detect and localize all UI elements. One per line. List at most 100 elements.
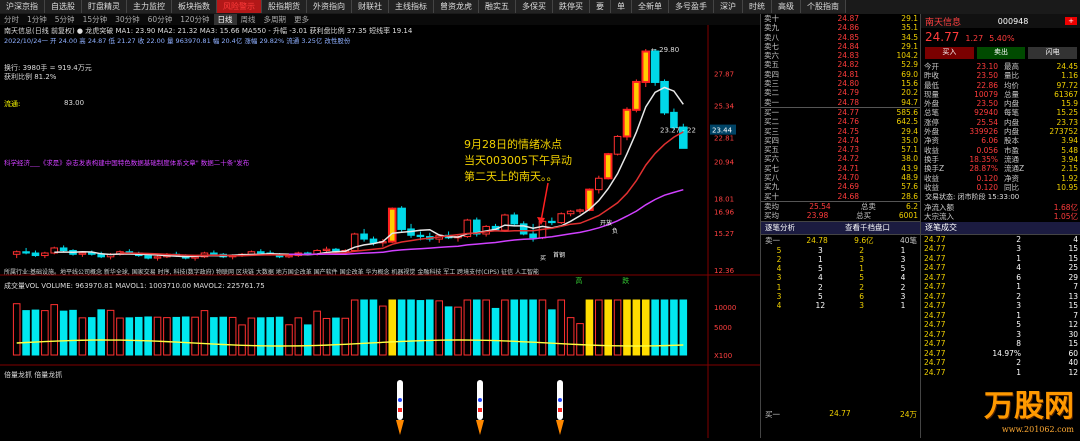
tick-cell: 2 <box>900 282 906 292</box>
orderbook-row[interactable]: 卖五 24.82 52.9 <box>761 60 921 69</box>
toolbar-button[interactable]: 财联社 <box>352 0 389 13</box>
period-tab[interactable]: 日线 <box>213 14 237 25</box>
volume-bar <box>200 310 209 356</box>
summary-volume: 6001 <box>898 211 918 221</box>
orderbook-row[interactable]: 买四 24.74 35.0 <box>761 136 921 145</box>
quote-field-row: 总笔 92940 每笔 15.25 <box>921 108 1080 117</box>
volume-bar <box>350 299 359 356</box>
tick-row: 4 5 1 5 <box>761 264 921 273</box>
toolbar-button[interactable]: 股指期货 <box>262 0 307 13</box>
volume-bar <box>191 316 199 356</box>
volume-bar <box>641 299 650 356</box>
toolbar-button[interactable]: 跌停买 <box>553 0 590 13</box>
add-watch-button[interactable]: + <box>1065 17 1077 25</box>
news-ticker[interactable]: 科学经济___《求是》杂志发表构建中国特色数据基础制度体系文章" 数据二十条"发… <box>4 157 249 167</box>
toolbar-button[interactable]: 多号盈手 <box>669 0 714 13</box>
orderbook-row[interactable]: 买二 24.76 642.5 <box>761 117 921 126</box>
toolbar-button[interactable]: 时统 <box>743 0 772 13</box>
level-volume: 20.2 <box>901 88 918 98</box>
candle-body <box>603 153 613 180</box>
sector-tags[interactable]: 所属行业:基础设施。地平线公司概念 新华全球, 国家交易 时序, 科技(数字政府… <box>4 267 756 276</box>
trade-price: 24.77 <box>924 263 946 273</box>
orderbook-row[interactable]: 卖四 24.81 69.0 <box>761 70 921 79</box>
orderbook-row[interactable]: 买十 24.68 28.6 <box>761 192 921 201</box>
toolbar-button[interactable]: 融实五 <box>479 0 516 13</box>
level-label: 卖六 <box>764 51 779 61</box>
orderbook-row[interactable]: 卖八 24.85 34.5 <box>761 33 921 42</box>
orderbook-row[interactable]: 买三 24.75 29.4 <box>761 127 921 136</box>
period-tab[interactable]: 120分钟 <box>176 14 213 25</box>
trade-volume: 8 <box>1016 339 1021 349</box>
volume-bar <box>313 310 321 356</box>
period-tab[interactable]: 1分钟 <box>23 14 51 25</box>
orderbook-row[interactable]: 买六 24.72 38.0 <box>761 154 921 163</box>
period-tab[interactable]: 更多 <box>290 14 313 25</box>
orderbook-row[interactable]: 买九 24.69 57.6 <box>761 182 921 191</box>
toolbar-button[interactable]: 深沪 <box>714 0 743 13</box>
quote-field-row: 净资 6.06 股本 3.94 <box>921 136 1080 145</box>
period-tab[interactable]: 15分钟 <box>79 14 112 25</box>
volume-bar <box>172 316 181 356</box>
period-tab[interactable]: 多周期 <box>260 14 291 25</box>
volume-bar <box>557 299 566 356</box>
toolbar-button[interactable]: 全新单 <box>632 0 669 13</box>
orderbook-row[interactable]: 卖九 24.86 35.1 <box>761 23 921 32</box>
sell-button[interactable]: 卖出 <box>976 47 1026 59</box>
orderbook-row[interactable]: 卖三 24.80 15.6 <box>761 79 921 88</box>
trade-count: 12 <box>1068 320 1078 330</box>
volume-bar <box>416 300 425 356</box>
orderbook-row[interactable]: 卖十 24.87 29.1 <box>761 14 921 23</box>
chart-area[interactable]: 27.87 25.34 22.81 20.94 18.01 16.96 15.27 12.36… <box>0 25 760 438</box>
level-volume: 48.9 <box>901 173 918 183</box>
toolbar-button[interactable]: 风险警示 <box>217 0 262 13</box>
orderbook-row[interactable]: 买八 24.70 48.9 <box>761 173 921 182</box>
field-label: 现量 <box>924 89 939 99</box>
orderbook-row[interactable]: 卖七 24.84 29.1 <box>761 42 921 51</box>
orderbook-row[interactable]: 卖二 24.79 20.2 <box>761 88 921 97</box>
toolbar-button[interactable]: 板块指数 <box>172 0 217 13</box>
orderbook-row[interactable]: 卖一 24.78 94.7 <box>761 98 921 107</box>
toolbar-button[interactable]: 主线指标 <box>389 0 434 13</box>
period-tab[interactable]: 30分钟 <box>111 14 144 25</box>
price-tick: 27.87 <box>714 70 734 78</box>
period-tab[interactable]: 分时 <box>0 14 23 25</box>
toolbar-button[interactable]: 自选股 <box>45 0 82 13</box>
toolbar-button[interactable]: 要 <box>590 0 611 13</box>
toolbar-button[interactable]: 外资指向 <box>307 0 352 13</box>
toolbar-button[interactable]: 高级 <box>772 0 801 13</box>
volume-bar <box>529 299 537 356</box>
field-label: 同比 <box>1004 182 1019 192</box>
toolbar-button[interactable]: 曾资龙虎 <box>434 0 479 13</box>
tick-cell: 1 <box>859 264 865 274</box>
ma-line <box>288 188 684 256</box>
toolbar-button[interactable]: 多保买 <box>516 0 553 13</box>
period-tab[interactable]: 5分钟 <box>51 14 79 25</box>
orderbook-row[interactable]: 买七 24.71 43.9 <box>761 164 921 173</box>
depth-tab[interactable]: 查看千档盘口 <box>841 222 921 234</box>
tag-drop: 跌 <box>622 276 629 285</box>
toolbar-button[interactable]: 主力监控 <box>127 0 172 13</box>
period-tab[interactable]: 周线 <box>237 14 260 25</box>
trade-count: 4 <box>1073 234 1078 244</box>
tick-analysis-tab[interactable]: 逐笔分析 <box>761 222 841 234</box>
price-tick: 18.01 <box>714 195 734 203</box>
trade-list-title[interactable]: 逐笔成交 <box>921 221 1080 235</box>
flash-trade-button[interactable]: 闪电 <box>1028 47 1078 59</box>
rocket-stripe-icon <box>558 408 562 412</box>
orderbook-row[interactable]: 买一 24.77 585.6 <box>761 108 921 117</box>
toolbar-button[interactable]: 盯盘精灵 <box>82 0 127 13</box>
volume-bar <box>369 299 378 356</box>
trade-row: 24.77 1 15 <box>921 254 1080 264</box>
trade-row: 24.77 3 15 <box>921 301 1080 311</box>
trade-count: 15 <box>1068 253 1078 263</box>
volume-bar <box>181 316 190 356</box>
toolbar-button[interactable]: 单 <box>611 0 632 13</box>
period-tab[interactable]: 60分钟 <box>144 14 177 25</box>
volume-bar <box>106 309 115 356</box>
orderbook-row[interactable]: 买五 24.73 57.1 <box>761 145 921 154</box>
toolbar-button[interactable]: 个股指南 <box>801 0 846 13</box>
kline-chart[interactable]: 27.8725.3422.8120.9418.0116.9615.2712.36… <box>0 25 760 438</box>
orderbook-row[interactable]: 卖六 24.83 104.2 <box>761 51 921 60</box>
toolbar-button[interactable]: 沪深京指 <box>0 0 45 13</box>
buy-button[interactable]: 买入 <box>925 47 974 59</box>
